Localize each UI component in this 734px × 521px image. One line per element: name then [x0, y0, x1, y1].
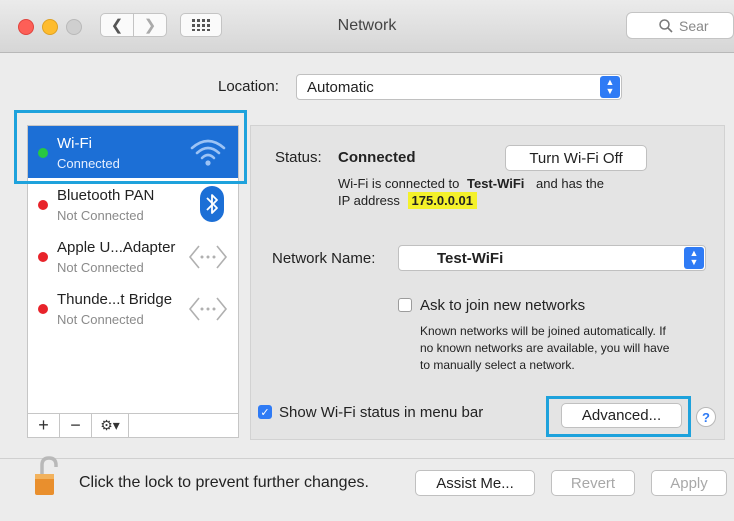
service-item-thunderbolt-bridge[interactable]: Thunde...t Bridge Not Connected	[28, 282, 238, 334]
lock-open-icon	[35, 456, 58, 495]
window-title: Network	[337, 17, 397, 34]
ask-join-help: Known networks will be joined automatica…	[420, 323, 710, 374]
location-select[interactable]: Automatic ▲ ▼	[296, 74, 622, 100]
ask-join-checkbox[interactable]	[398, 298, 412, 312]
status-dot	[38, 252, 48, 262]
desc-text: Wi-Fi is connected to	[338, 176, 460, 191]
search-placeholder: Sear	[679, 17, 709, 34]
assist-me-button[interactable]: Assist Me...	[415, 470, 535, 496]
status-value: Connected	[338, 149, 416, 166]
ethernet-arrows-icon	[188, 245, 228, 269]
wifi-highlight-frame	[14, 110, 247, 184]
connection-description: Wi-Fi is connected to Test-WiFi and has …	[338, 175, 668, 209]
advanced-button[interactable]: Advanced...	[561, 403, 682, 428]
service-item-bluetooth-pan[interactable]: Bluetooth PAN Not Connected	[28, 178, 238, 230]
network-name-value: Test-WiFi	[437, 249, 504, 267]
help-text: Known networks will be joined automatica…	[420, 324, 666, 338]
location-label: Location:	[218, 78, 279, 95]
location-value: Automatic	[307, 78, 374, 96]
network-name-label: Network Name:	[272, 250, 376, 267]
status-dot	[38, 200, 48, 210]
desc-text: and has the	[536, 176, 604, 191]
ip-address: 175.0.0.01	[407, 192, 477, 209]
service-status: Not Connected	[57, 312, 144, 327]
status-label: Status:	[275, 149, 322, 166]
service-name: Bluetooth PAN	[57, 187, 155, 204]
service-status: Not Connected	[57, 260, 144, 275]
status-dot	[38, 304, 48, 314]
add-service-button[interactable]: +	[28, 414, 60, 437]
turn-wifi-off-button[interactable]: Turn Wi-Fi Off	[505, 145, 647, 171]
desc-ssid: Test-WiFi	[467, 176, 525, 191]
lock-button[interactable]	[32, 455, 62, 497]
search-field[interactable]: Sear	[626, 12, 734, 39]
detail-panel	[250, 125, 725, 440]
sidebar-toolbar: + − ⚙▾	[27, 414, 239, 438]
ask-join-label: Ask to join new networks	[420, 297, 586, 314]
desc-text: IP address	[338, 193, 400, 208]
service-status: Not Connected	[57, 208, 144, 223]
help-button[interactable]: ?	[696, 407, 716, 427]
revert-button[interactable]: Revert	[551, 470, 635, 496]
service-item-apple-usb-adapter[interactable]: Apple U...Adapter Not Connected	[28, 230, 238, 282]
search-icon	[659, 19, 673, 33]
divider	[0, 458, 734, 459]
bluetooth-icon	[200, 186, 224, 222]
help-text: to manually select a network.	[420, 358, 575, 372]
select-stepper-icon: ▲ ▼	[684, 247, 704, 269]
lock-text: Click the lock to prevent further change…	[79, 474, 369, 491]
network-name-select[interactable]: Test-WiFi ▲ ▼	[398, 245, 706, 271]
select-stepper-icon: ▲ ▼	[600, 76, 620, 98]
service-name: Apple U...Adapter	[57, 239, 176, 256]
gear-icon: ⚙▾	[100, 417, 120, 433]
checkmark-icon: ✓	[260, 406, 270, 419]
remove-service-button[interactable]: −	[60, 414, 92, 437]
show-status-label: Show Wi-Fi status in menu bar	[279, 404, 484, 421]
help-text: no known networks are available, you wil…	[420, 341, 670, 355]
gear-menu-button[interactable]: ⚙▾	[92, 414, 129, 437]
apply-button[interactable]: Apply	[651, 470, 727, 496]
show-status-checkbox[interactable]: ✓	[258, 405, 272, 419]
service-name: Thunde...t Bridge	[57, 291, 173, 308]
ethernet-arrows-icon	[188, 297, 228, 321]
